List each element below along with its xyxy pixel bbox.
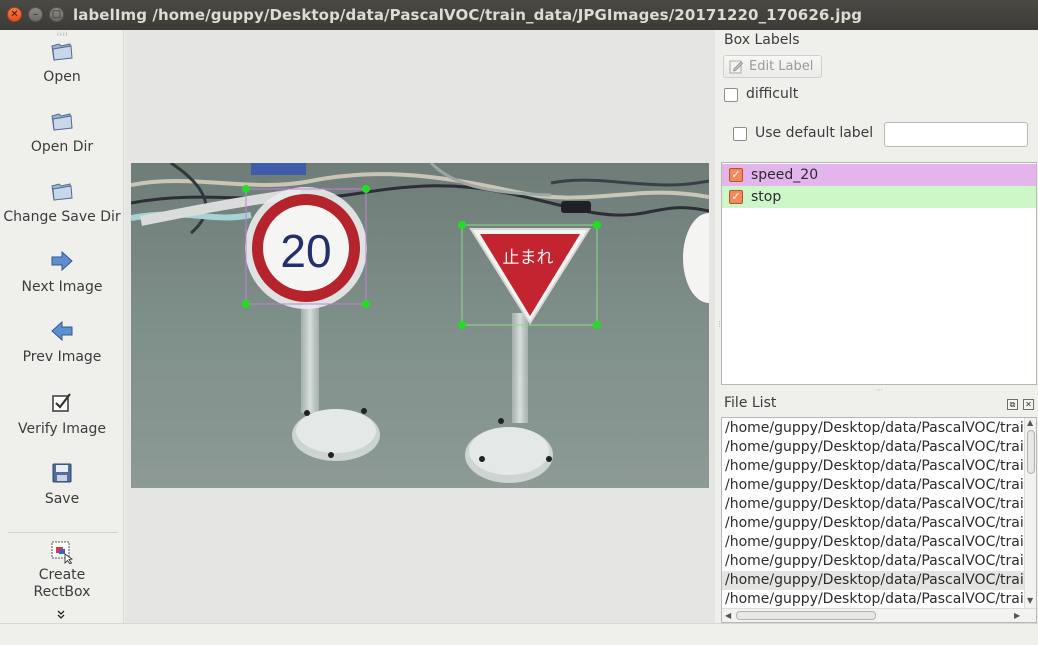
toolbar: ⁞⁞⁞⁞ Open Open Dir Change Save Dir Next … — [0, 30, 124, 623]
verify-image-button[interactable]: Verify Image — [0, 390, 124, 438]
scrollbar-thumb[interactable] — [736, 611, 876, 620]
toolbar-separator — [8, 532, 118, 533]
scroll-left-icon[interactable]: ◀ — [725, 611, 731, 620]
float-dock-icon[interactable]: ⧉ — [1007, 399, 1018, 410]
more-tools-icon[interactable] — [57, 610, 65, 623]
open-button[interactable]: Open — [0, 38, 124, 86]
use-default-label-label: Use default label — [755, 125, 874, 141]
folder-open-icon — [51, 183, 73, 201]
verify-image-label: Verify Image — [17, 421, 106, 437]
label-name: stop — [751, 189, 782, 205]
scroll-right-icon[interactable]: ▶ — [1014, 611, 1020, 620]
close-icon[interactable]: ✕ — [7, 7, 22, 22]
prev-image-label: Prev Image — [22, 349, 102, 365]
file-list[interactable]: /home/guppy/Desktop/data/PascalVOC/trai … — [721, 417, 1037, 623]
folder-open-icon — [51, 113, 73, 131]
bbox-handle[interactable] — [458, 221, 466, 229]
save-button[interactable]: Save — [0, 460, 124, 508]
close-dock-icon[interactable]: ✕ — [1023, 399, 1034, 410]
file-list-item[interactable]: /home/guppy/Desktop/data/PascalVOC/trai — [722, 438, 1024, 457]
edit-icon — [729, 60, 744, 74]
open-dir-button[interactable]: Open Dir — [0, 108, 124, 156]
bbox-handle[interactable] — [362, 300, 370, 308]
change-save-dir-label: Change Save Dir — [3, 209, 121, 225]
status-bar — [0, 623, 1038, 645]
next-image-label: Next Image — [21, 279, 103, 295]
box-labels-title: Box Labels — [724, 32, 800, 48]
file-list-item[interactable]: /home/guppy/Desktop/data/PascalVOC/trai — [722, 590, 1024, 609]
scroll-up-icon[interactable]: ▲ — [1027, 418, 1033, 427]
toolbar-grip-icon[interactable]: ⁞⁞⁞⁞ — [57, 31, 69, 38]
bbox-handle[interactable] — [593, 321, 601, 329]
create-rectbox-label: Create RectBox — [33, 567, 91, 600]
bbox-handle[interactable] — [362, 185, 370, 193]
scrollbar-thumb[interactable] — [1027, 430, 1035, 474]
file-list-item[interactable]: /home/guppy/Desktop/data/PascalVOC/trai — [722, 419, 1024, 438]
rectbox-icon — [51, 541, 74, 564]
save-label: Save — [44, 491, 80, 507]
use-default-label-checkbox[interactable] — [733, 127, 747, 141]
bbox-handle[interactable] — [593, 221, 601, 229]
file-list-item[interactable]: /home/guppy/Desktop/data/PascalVOC/trai — [722, 552, 1024, 571]
title-bar: ✕ – □ labelImg /home/guppy/Desktop/data/… — [0, 0, 1038, 30]
minimize-icon[interactable]: – — [28, 7, 43, 22]
floppy-disk-icon — [52, 463, 72, 483]
open-dir-label: Open Dir — [30, 139, 94, 155]
file-list-item[interactable]: /home/guppy/Desktop/data/PascalVOC/trai — [722, 476, 1024, 495]
speed-sign-text: 20 — [280, 225, 331, 277]
edit-label-text: Edit Label — [749, 59, 814, 74]
label-checkbox[interactable]: ✓ — [729, 190, 743, 204]
file-list-item[interactable]: /home/guppy/Desktop/data/PascalVOC/trai — [722, 495, 1024, 514]
file-list-title: File List — [724, 395, 777, 411]
stop-sign-text: 止まれ — [503, 248, 554, 268]
label-checkbox[interactable]: ✓ — [729, 168, 743, 182]
file-list-item-selected[interactable]: /home/guppy/Desktop/data/PascalVOC/trai — [722, 571, 1024, 590]
create-rectbox-button[interactable]: Create RectBox — [0, 540, 124, 601]
arrow-left-icon — [51, 320, 73, 342]
difficult-label: difficult — [746, 86, 799, 102]
label-item-speed-20[interactable]: ✓ speed_20 — [722, 164, 1036, 186]
bbox-handle[interactable] — [458, 321, 466, 329]
dock-splitter[interactable]: ⋯ — [876, 386, 883, 394]
folder-open-icon — [51, 43, 73, 61]
bbox-handle[interactable] — [242, 185, 250, 193]
image-view[interactable]: 20 止まれ — [131, 163, 709, 488]
file-list-horizontal-scrollbar[interactable]: ◀ ▶ — [722, 608, 1036, 622]
difficult-checkbox[interactable] — [724, 88, 738, 102]
scroll-down-icon[interactable]: ▼ — [1027, 596, 1033, 605]
arrow-right-icon — [51, 250, 73, 272]
label-name: speed_20 — [751, 167, 819, 183]
edit-label-button[interactable]: Edit Label — [723, 55, 822, 78]
file-list-item[interactable]: /home/guppy/Desktop/data/PascalVOC/trai — [722, 514, 1024, 533]
label-list[interactable]: ✓ speed_20 ✓ stop — [721, 162, 1037, 385]
open-label: Open — [43, 69, 81, 85]
label-item-stop[interactable]: ✓ stop — [722, 186, 1036, 208]
change-save-dir-button[interactable]: Change Save Dir — [0, 178, 124, 226]
right-dock: Box Labels Edit Label difficult Use defa… — [721, 30, 1038, 623]
next-image-button[interactable]: Next Image — [0, 248, 124, 296]
prev-image-button[interactable]: Prev Image — [0, 318, 124, 366]
bbox-handle[interactable] — [242, 300, 250, 308]
maximize-icon[interactable]: □ — [49, 7, 64, 22]
window-title: labelImg /home/guppy/Desktop/data/Pascal… — [73, 6, 863, 24]
checkbox-icon — [52, 393, 71, 412]
file-list-vertical-scrollbar[interactable]: ▲ ▼ — [1024, 418, 1036, 608]
default-label-input[interactable] — [884, 122, 1028, 147]
file-list-item[interactable]: /home/guppy/Desktop/data/PascalVOC/trai — [722, 533, 1024, 552]
image-canvas[interactable]: 20 止まれ — [125, 30, 715, 623]
file-list-item[interactable]: /home/guppy/Desktop/data/PascalVOC/trai — [722, 457, 1024, 476]
